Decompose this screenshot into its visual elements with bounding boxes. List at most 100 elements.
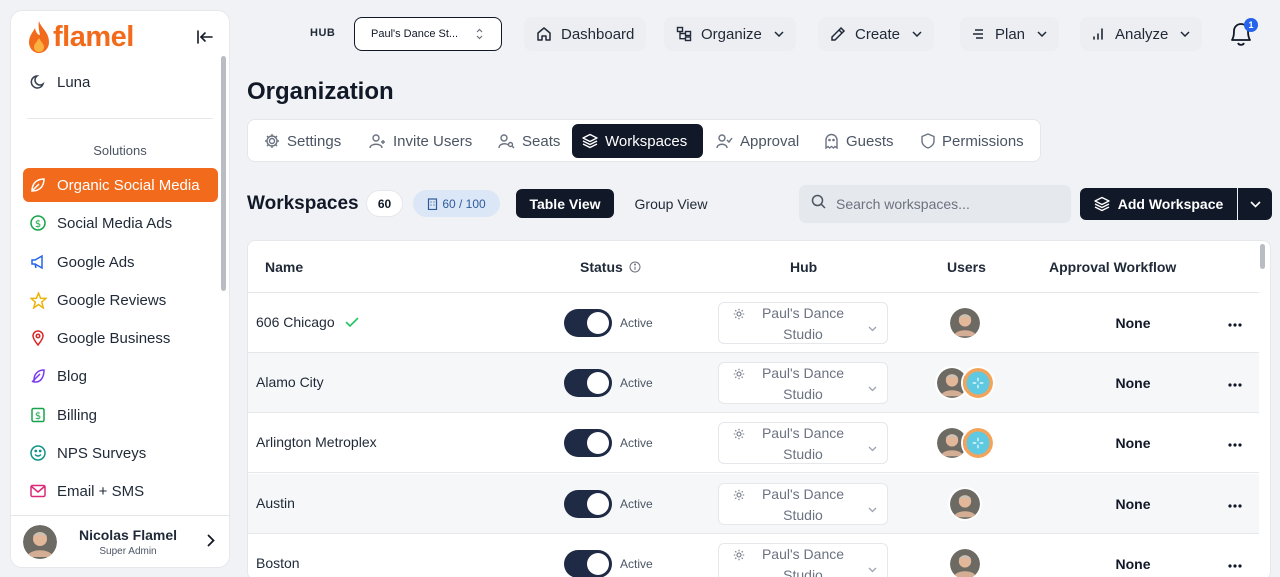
star-icon (29, 291, 47, 309)
column-header-hub[interactable]: Hub (790, 259, 817, 275)
sidebar-item-organic-social-media[interactable]: Organic Social Media (23, 168, 218, 202)
status-toggle[interactable] (564, 490, 612, 518)
notifications-button[interactable]: 1 (1228, 18, 1258, 48)
info-icon[interactable] (629, 261, 641, 273)
hub-select[interactable]: Paul's Dance Studio (718, 362, 888, 404)
sidebar-item-billing[interactable]: $ Billing (23, 398, 218, 432)
add-workspace-dropdown-button[interactable] (1238, 188, 1272, 220)
status-text: Active (620, 557, 653, 571)
mail-icon (29, 482, 47, 500)
hub-name: Paul's Dance Studio (761, 365, 845, 402)
more-options-icon[interactable] (1228, 495, 1242, 513)
approval-workflow: None (1115, 375, 1151, 391)
gear-icon (733, 305, 745, 326)
table-view-button[interactable]: Table View (516, 189, 614, 218)
section-label-solutions: Solutions (93, 143, 147, 158)
toggle-knob (587, 312, 609, 334)
tab-guests[interactable]: Guests (814, 124, 904, 158)
users-avatars[interactable] (928, 426, 1002, 462)
hub-select[interactable]: Paul's Dance Studio (718, 483, 888, 525)
sidebar-item-social-media-ads[interactable]: $ Social Media Ads (23, 206, 218, 240)
sidebar-item-google-business[interactable]: Google Business (23, 321, 218, 355)
svg-text:$: $ (35, 219, 41, 230)
chevron-down-icon (1180, 31, 1190, 37)
tab-settings[interactable]: Settings (254, 124, 351, 158)
column-header-users[interactable]: Users (947, 259, 986, 275)
sidebar-item-google-reviews[interactable]: Google Reviews (23, 283, 218, 317)
users-avatars[interactable] (928, 547, 1002, 577)
chevron-down-icon (1249, 200, 1261, 208)
users-avatars[interactable] (928, 487, 1002, 523)
flamel-logo[interactable]: flamel (27, 19, 134, 55)
status-toggle[interactable] (564, 550, 612, 577)
sidebar-item-label: Email + SMS (57, 482, 145, 500)
tab-label: Seats (522, 132, 561, 150)
more-options-icon[interactable] (1228, 555, 1242, 573)
sidebar-item-label: Google Business (57, 329, 171, 347)
pen-icon (830, 26, 846, 42)
sidebar-item-email-sms[interactable]: Email + SMS (23, 474, 218, 508)
column-header-label: Status (580, 259, 623, 275)
hub-select[interactable]: Paul's Dance Studio (718, 302, 888, 344)
table-scrollbar[interactable] (1260, 244, 1265, 269)
table-row[interactable]: 606 Chicago Active Paul's Dance Studio N… (248, 293, 1259, 353)
tab-invite-users[interactable]: Invite Users (359, 124, 482, 158)
status-toggle[interactable] (564, 369, 612, 397)
workspace-name-cell: Austin (256, 495, 295, 511)
status-text: Active (620, 316, 653, 330)
search-input[interactable] (836, 196, 1056, 212)
table-row[interactable]: Austin Active Paul's Dance Studio None (248, 474, 1259, 534)
sidebar-item-label: Luna (57, 73, 91, 91)
table-row[interactable]: Arlington Metroplex Active Paul's Dance … (248, 413, 1259, 473)
nav-create[interactable]: Create (818, 17, 935, 51)
hub-select[interactable]: Paul's Dance Studio (718, 543, 888, 577)
sidebar-scrollbar[interactable] (221, 56, 226, 291)
table-row[interactable]: Alamo City Active Paul's Dance Studio No… (248, 353, 1259, 413)
column-header-approval-workflow[interactable]: Approval Workflow (1049, 259, 1176, 275)
nav-dashboard[interactable]: Dashboard (524, 17, 647, 51)
hub-select[interactable]: Paul's Dance Studio (718, 422, 888, 464)
nav-organize[interactable]: Organize (664, 17, 796, 51)
nav-label: Analyze (1115, 25, 1169, 43)
workspaces-heading: Workspaces (247, 193, 359, 214)
status-toggle[interactable] (564, 429, 612, 457)
gear-icon (733, 365, 745, 386)
more-options-icon[interactable] (1228, 434, 1242, 452)
tab-seats[interactable]: Seats (488, 124, 570, 158)
more-options-icon[interactable] (1228, 314, 1242, 332)
sparkle-avatar (961, 366, 995, 400)
workspace-count-badge: 60 (366, 190, 403, 217)
add-workspace-button[interactable]: Add Workspace (1080, 188, 1237, 220)
tab-workspaces[interactable]: Workspaces (572, 124, 703, 158)
status-text: Active (620, 436, 653, 450)
sidebar-item-google-ads[interactable]: Google Ads (23, 245, 218, 279)
workspace-name-cell: 606 Chicago (256, 314, 359, 330)
more-options-icon[interactable] (1228, 374, 1242, 392)
user-plus-icon (369, 133, 386, 149)
chevron-down-icon (868, 437, 877, 458)
users-avatars[interactable] (928, 306, 1002, 342)
nav-plan[interactable]: Plan (960, 17, 1060, 51)
hub-selector[interactable]: Paul's Dance St... (354, 17, 502, 51)
user-profile-menu[interactable]: Nicolas Flamel Super Admin (11, 515, 229, 567)
sidebar-item-luna[interactable]: Luna (23, 65, 218, 99)
layers-icon (1094, 196, 1110, 212)
sidebar: flamel Luna Solutions Organic Social Med… (10, 10, 230, 568)
users-avatars[interactable] (928, 366, 1002, 402)
tab-approval[interactable]: Approval (706, 124, 809, 158)
collapse-sidebar-button[interactable] (195, 27, 215, 47)
avatar (948, 547, 982, 577)
home-icon (536, 26, 552, 42)
nav-analyze[interactable]: Analyze (1080, 17, 1203, 51)
group-view-button[interactable]: Group View (622, 189, 720, 218)
column-header-status[interactable]: Status (580, 259, 641, 275)
table-row[interactable]: Boston Active Paul's Dance Studio None (248, 534, 1259, 577)
sidebar-item-blog[interactable]: Blog (23, 359, 218, 393)
tab-permissions[interactable]: Permissions (911, 124, 1034, 158)
workspaces-table: Name Status Hub Users Approval Workflow … (247, 240, 1271, 577)
organization-tabs: Settings Invite Users Seats Workspaces A… (247, 119, 1041, 162)
column-header-name[interactable]: Name (265, 259, 303, 275)
sidebar-item-nps-surveys[interactable]: NPS Surveys (23, 436, 218, 470)
status-toggle[interactable] (564, 309, 612, 337)
tab-label: Approval (740, 132, 800, 150)
